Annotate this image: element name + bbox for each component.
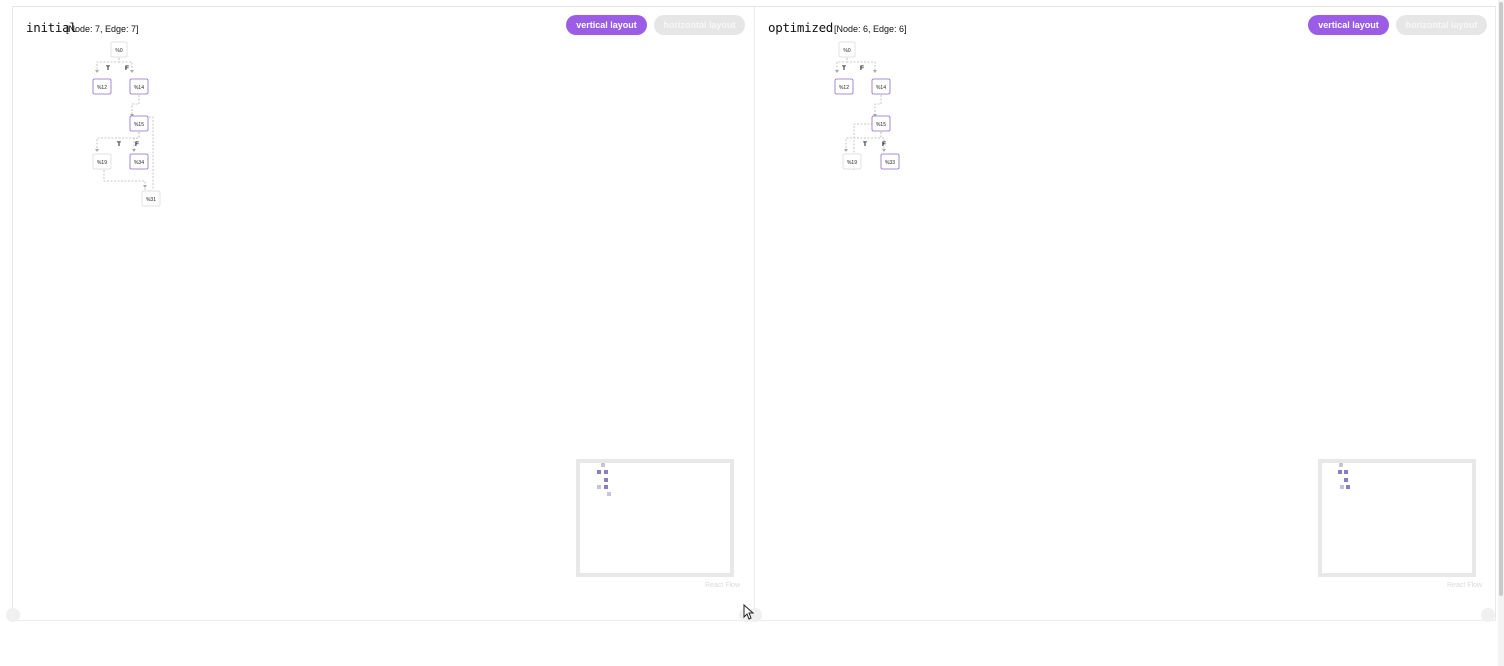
- edge-label: T: [106, 65, 110, 72]
- vertical-layout-button[interactable]: vertical layout: [1308, 15, 1389, 35]
- flow-node[interactable]: %15: [129, 115, 149, 132]
- react-flow-attribution[interactable]: React Flow: [705, 582, 740, 589]
- graph-stats: [Node: 6, Edge: 6]: [834, 24, 907, 34]
- flow-node[interactable]: %15: [871, 115, 891, 132]
- panel-title: optimized: [768, 20, 834, 35]
- edge-label: F: [882, 141, 886, 148]
- flow-panel-initial[interactable]: T F T F %0 %12 %14 %15 %19 %34 %31 initi…: [6, 7, 754, 622]
- flow-node[interactable]: %14: [129, 78, 149, 95]
- edge-label: T: [117, 141, 121, 148]
- minimap-node: [1338, 470, 1342, 474]
- edge-label: T: [863, 141, 867, 148]
- node-label: %15: [134, 122, 144, 128]
- horizontal-layout-button[interactable]: horizontal layout: [654, 15, 745, 35]
- graph-stats: [Node: 7, Edge: 7]: [66, 24, 139, 34]
- edge-label: F: [860, 65, 864, 72]
- edge-label: F: [125, 65, 129, 72]
- flow-node[interactable]: %12: [834, 78, 854, 95]
- node-label: %31: [146, 197, 156, 203]
- minimap-node: [604, 470, 608, 474]
- flow-panel-optimized[interactable]: T F T F %0 %12 %14 %15 %19 %33 optimized…: [748, 7, 1496, 622]
- scrollbar-thumb[interactable]: [1499, 2, 1503, 596]
- react-flow-attribution[interactable]: React Flow: [1447, 582, 1482, 589]
- node-label: %14: [876, 85, 886, 91]
- node-label: %0: [115, 48, 122, 54]
- minimap-node: [607, 492, 611, 496]
- flow-node[interactable]: %33: [880, 153, 900, 170]
- minimap-node: [1339, 463, 1343, 467]
- flow-node[interactable]: %31: [141, 190, 161, 207]
- node-label: %0: [843, 48, 850, 54]
- flow-node[interactable]: %34: [129, 153, 149, 170]
- minimap-node: [604, 478, 608, 482]
- vertical-layout-button[interactable]: vertical layout: [566, 15, 647, 35]
- flow-node[interactable]: %0: [838, 41, 856, 58]
- node-label: %19: [847, 160, 857, 166]
- node-label: %12: [839, 85, 849, 91]
- resize-corner-icon[interactable]: [6, 608, 20, 622]
- flow-node[interactable]: %19: [842, 153, 862, 170]
- minimap-node: [597, 470, 601, 474]
- minimap-node: [1344, 478, 1348, 482]
- minimap-node: [1344, 470, 1348, 474]
- horizontal-layout-button[interactable]: horizontal layout: [1396, 15, 1487, 35]
- minimap-node: [1346, 485, 1350, 489]
- flow-node[interactable]: %0: [110, 41, 128, 58]
- node-label: %19: [97, 160, 107, 166]
- minimap[interactable]: [1318, 459, 1476, 577]
- flow-node[interactable]: %12: [92, 78, 112, 95]
- minimap-node: [604, 485, 608, 489]
- edge-label: T: [842, 65, 846, 72]
- minimap[interactable]: [576, 459, 734, 577]
- edge-label: F: [135, 141, 139, 148]
- resize-corner-icon[interactable]: [1481, 608, 1495, 622]
- node-label: %12: [97, 85, 107, 91]
- minimap-node: [601, 463, 605, 467]
- flow-node[interactable]: %14: [871, 78, 891, 95]
- node-label: %34: [134, 160, 144, 166]
- minimap-node: [1340, 485, 1344, 489]
- mouse-pointer-icon: [743, 604, 755, 620]
- node-label: %15: [876, 122, 886, 128]
- minimap-node: [597, 485, 601, 489]
- node-label: %14: [134, 85, 144, 91]
- flow-node[interactable]: %19: [92, 153, 112, 170]
- node-label: %33: [885, 160, 895, 166]
